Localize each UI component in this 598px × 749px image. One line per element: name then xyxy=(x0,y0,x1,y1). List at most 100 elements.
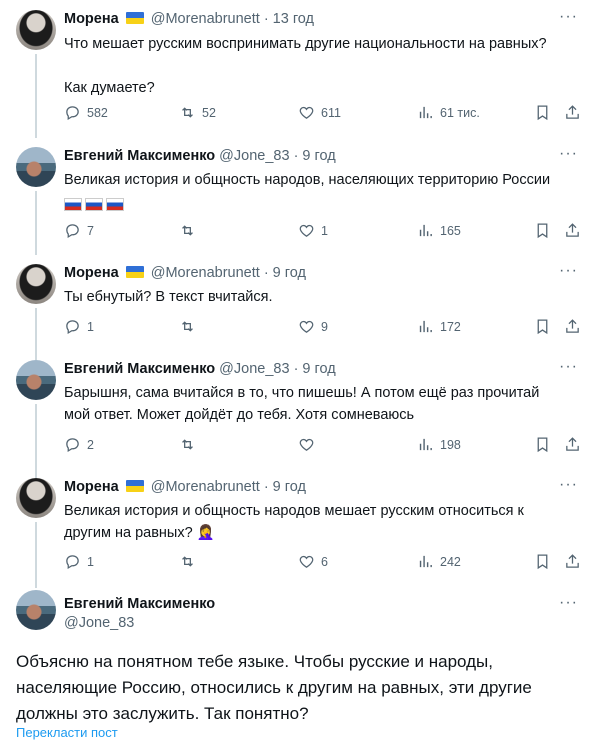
tweet-header: Морена @Morenabrunett · 9 год xyxy=(64,479,306,495)
bookmark-icon xyxy=(537,319,548,335)
tweet-text: Что мешает русским воспринимать другие н… xyxy=(64,36,547,96)
reply-button[interactable]: 2 xyxy=(64,436,94,453)
more-icon[interactable]: ··· xyxy=(559,594,578,612)
author-handle[interactable]: @Jone_83 xyxy=(219,148,289,164)
author-name[interactable]: Морена xyxy=(64,11,119,27)
reply-icon xyxy=(66,555,79,570)
heart-icon xyxy=(299,438,314,451)
heart-icon xyxy=(299,106,314,119)
views-button[interactable]: 165 xyxy=(417,222,461,239)
tweet-text: Великая история и общность народов мешае… xyxy=(64,503,524,541)
avatar[interactable] xyxy=(16,360,56,400)
retweet-icon xyxy=(182,439,193,450)
retweet-icon xyxy=(182,107,193,118)
share-icon xyxy=(566,223,579,237)
share-button[interactable] xyxy=(564,222,581,239)
like-button[interactable] xyxy=(298,436,315,453)
bookmark-button[interactable] xyxy=(534,104,551,121)
avatar[interactable] xyxy=(16,147,56,187)
retweet-button[interactable] xyxy=(179,318,196,335)
heart-icon xyxy=(299,555,314,568)
retweet-button[interactable] xyxy=(179,553,196,570)
views-button[interactable]: 198 xyxy=(417,436,461,453)
ukraine-flag-icon xyxy=(125,480,144,492)
author-name[interactable]: Евгений Максименко xyxy=(64,361,215,377)
like-button[interactable]: 1 xyxy=(298,222,328,239)
like-button[interactable]: 6 xyxy=(298,553,328,570)
russia-flag-icon xyxy=(85,197,103,211)
share-button[interactable] xyxy=(564,104,581,121)
reply-icon xyxy=(66,438,79,453)
tweet-header: Евгений Максименко @Jone_83 · 9 год xyxy=(64,148,336,164)
reply-icon xyxy=(66,320,79,335)
share-button[interactable] xyxy=(564,436,581,453)
tweet-time[interactable]: · 9 год xyxy=(264,265,306,281)
more-icon[interactable]: ··· xyxy=(559,145,578,163)
ukraine-flag-icon xyxy=(125,12,144,24)
reply-button[interactable]: 1 xyxy=(64,318,94,335)
russia-flag-icon xyxy=(106,197,124,211)
retweet-button[interactable] xyxy=(179,436,196,453)
views-button[interactable]: 61 тис. xyxy=(417,104,480,121)
author-name[interactable]: Евгений Максименко xyxy=(64,596,215,612)
author-handle[interactable]: @Morenabrunett xyxy=(151,11,260,27)
bookmark-icon xyxy=(537,223,548,239)
heart-icon xyxy=(299,320,314,333)
avatar[interactable] xyxy=(16,264,56,304)
russian-flags xyxy=(64,193,574,215)
tweet-header: Морена @Morenabrunett · 9 год xyxy=(64,265,306,281)
more-icon[interactable]: ··· xyxy=(559,476,578,494)
tweet-time[interactable]: · 13 год xyxy=(264,11,314,27)
author-name[interactable]: Евгений Максименко xyxy=(64,148,215,164)
like-button[interactable]: 9 xyxy=(298,318,328,335)
views-icon xyxy=(419,106,432,119)
bookmark-button[interactable] xyxy=(534,318,551,335)
author-handle[interactable]: @Jone_83 xyxy=(219,361,289,377)
tweet-header: Морена @Morenabrunett · 13 год xyxy=(64,11,314,27)
reply-button[interactable]: 1 xyxy=(64,553,94,570)
avatar[interactable] xyxy=(16,590,56,630)
thread-line xyxy=(35,522,37,588)
reply-button[interactable]: 7 xyxy=(64,222,94,239)
tweet-time[interactable]: · 9 год xyxy=(264,479,306,495)
retweet-icon xyxy=(182,225,193,236)
thread-line xyxy=(35,308,37,360)
reply-button[interactable]: 582 xyxy=(64,104,108,121)
author-handle[interactable]: @Morenabrunett xyxy=(151,265,260,281)
author-handle[interactable]: @Morenabrunett xyxy=(151,479,260,495)
views-icon xyxy=(419,320,432,333)
more-icon[interactable]: ··· xyxy=(559,8,578,26)
ukraine-flag-icon xyxy=(125,266,144,278)
more-icon[interactable]: ··· xyxy=(559,262,578,280)
share-button[interactable] xyxy=(564,318,581,335)
views-button[interactable]: 242 xyxy=(417,553,461,570)
reply-icon xyxy=(66,106,79,121)
bookmark-icon xyxy=(537,554,548,570)
tweet-time[interactable]: · 9 год xyxy=(294,361,336,377)
retweet-button[interactable]: 52 xyxy=(179,104,216,121)
bookmark-button[interactable] xyxy=(534,222,551,239)
tweet-header: Евгений Максименко @Jone_83 · 9 год xyxy=(64,361,336,377)
author-name[interactable]: Морена xyxy=(64,265,119,281)
avatar[interactable] xyxy=(16,10,56,50)
share-icon xyxy=(566,437,579,451)
author-handle[interactable]: @Jone_83 xyxy=(64,615,215,631)
tweet-time[interactable]: · 9 год xyxy=(294,148,336,164)
thread-line xyxy=(35,191,37,255)
tweet-text: Ты ебнутый? В текст вчитайся. xyxy=(64,289,273,305)
tweet-actions: 7 1 165 xyxy=(64,222,584,242)
bookmark-button[interactable] xyxy=(534,553,551,570)
share-button[interactable] xyxy=(564,553,581,570)
views-icon xyxy=(419,438,432,451)
retweet-button[interactable] xyxy=(179,222,196,239)
retweet-icon xyxy=(182,321,193,332)
avatar[interactable] xyxy=(16,478,56,518)
tweet-text: Барышня, сама вчитайся в то, что пишешь!… xyxy=(64,385,540,423)
views-button[interactable]: 172 xyxy=(417,318,461,335)
like-button[interactable]: 611 xyxy=(298,104,341,121)
thread-line xyxy=(35,404,37,478)
more-icon[interactable]: ··· xyxy=(559,358,578,376)
author-name[interactable]: Морена xyxy=(64,479,119,495)
translate-link[interactable]: Перекласти пост xyxy=(16,725,118,740)
bookmark-button[interactable] xyxy=(534,436,551,453)
